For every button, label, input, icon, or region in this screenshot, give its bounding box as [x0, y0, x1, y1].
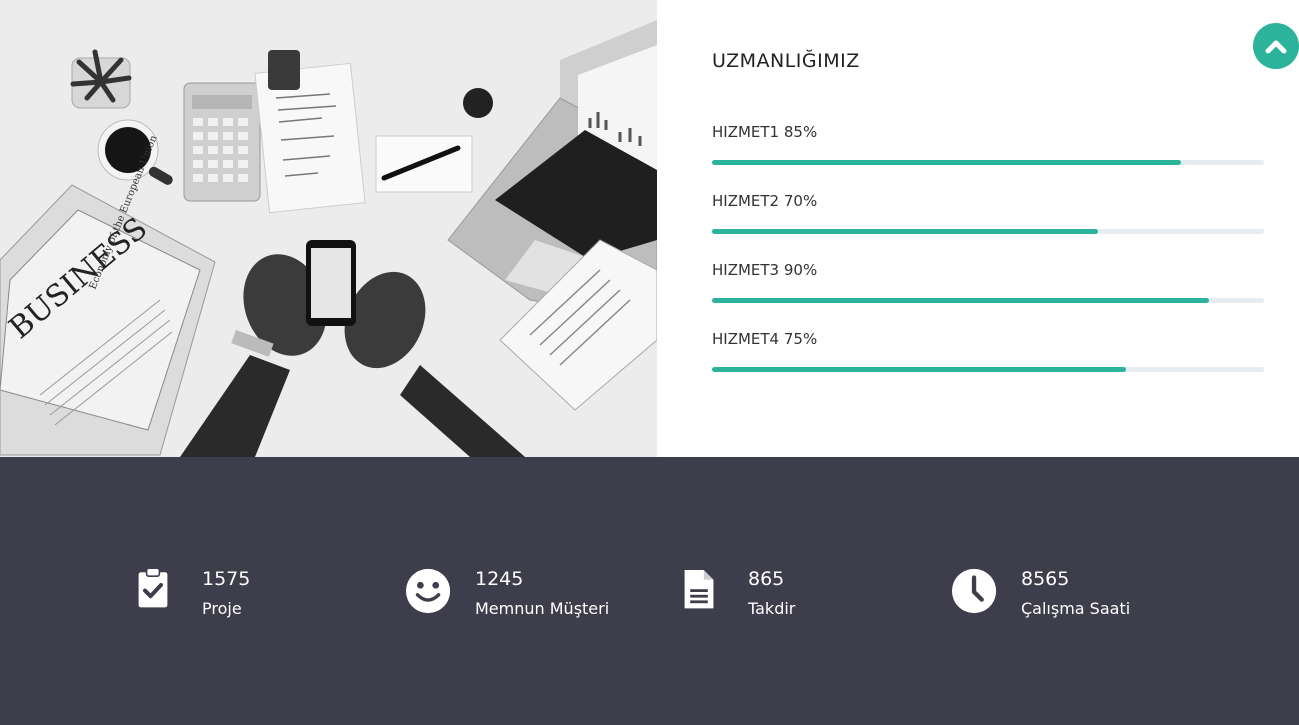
chevron-up-icon — [1265, 40, 1287, 54]
stat-number: 1245 — [475, 568, 524, 590]
skill-item: HIZMET1 85% — [712, 123, 1264, 165]
skill-progress-track — [712, 367, 1264, 372]
stat-number: 1575 — [202, 568, 251, 590]
stat-number: 8565 — [1021, 568, 1070, 590]
notes-paper — [254, 50, 366, 214]
clipboard-check-icon — [138, 567, 168, 608]
lens-cap — [463, 88, 493, 118]
skill-label: HIZMET3 90% — [712, 261, 818, 279]
calculator — [183, 82, 261, 202]
skill-progress-fill — [712, 160, 1182, 165]
skill-label: HIZMET2 70% — [712, 192, 818, 210]
stats-section: 1575 Proje 1245 Memnun Müşteri 865 Takdi… — [0, 457, 1299, 725]
skill-progress-fill — [712, 367, 1126, 372]
stat-label: Proje — [202, 599, 242, 618]
plant-pot — [70, 49, 132, 109]
clock-icon — [951, 568, 997, 614]
expertise-section: UZMANLIĞIMIZ HIZMET1 85% HIZMET2 70% HIZ… — [657, 0, 1299, 457]
hero-photo: BUSINESS Economy of the European Union — [0, 0, 657, 457]
skill-progress-fill — [712, 229, 1099, 234]
skill-label: HIZMET1 85% — [712, 123, 818, 141]
skill-progress-fill — [712, 298, 1209, 303]
stat-label: Memnun Müşteri — [475, 599, 610, 618]
document-icon — [684, 570, 714, 609]
skill-item: HIZMET3 90% — [712, 261, 1264, 303]
pen-card — [375, 135, 473, 193]
section-title: UZMANLIĞIMIZ — [712, 50, 860, 72]
skill-progress-track — [712, 298, 1264, 303]
skill-item: HIZMET4 75% — [712, 330, 1264, 372]
stat-label: Çalışma Saati — [1021, 599, 1131, 618]
stat-label: Takdir — [748, 599, 796, 618]
office-desk-illustration: BUSINESS Economy of the European Union — [0, 0, 657, 457]
scroll-to-top-button[interactable] — [1253, 23, 1299, 69]
skill-progress-track — [712, 160, 1264, 165]
skill-item: HIZMET2 70% — [712, 192, 1264, 234]
stat-number: 865 — [748, 568, 785, 590]
skill-progress-track — [712, 229, 1264, 234]
smile-icon — [405, 568, 451, 614]
skill-label: HIZMET4 75% — [712, 330, 818, 348]
